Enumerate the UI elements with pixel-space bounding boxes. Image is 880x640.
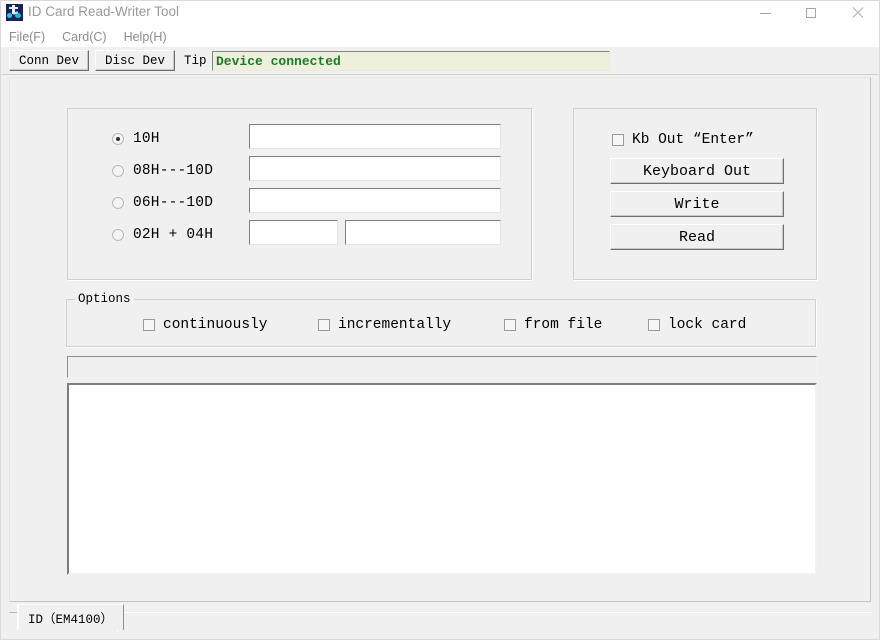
options-group: Options continuously incrementally from … <box>66 292 816 347</box>
checkbox-icon-kb-out-enter <box>612 134 624 146</box>
checkbox-label-lock-card: lock card <box>668 317 747 333</box>
disconnect-device-button[interactable]: Disc Dev <box>95 50 175 71</box>
tip-status-text: Device connected <box>216 53 341 69</box>
minimize-icon <box>759 12 771 14</box>
menu-item-file[interactable]: File(F) <box>9 30 45 44</box>
radio-label-02h-04h: 02H + 04H <box>133 227 214 243</box>
window-title: ID Card Read-Writer Tool <box>28 4 180 19</box>
tip-label: Tip <box>184 54 207 68</box>
tab-id-em4100[interactable]: ID（EM4100） <box>17 604 125 630</box>
radio-icon-06h-10d <box>112 197 124 209</box>
radio-icon-10h <box>112 133 124 145</box>
close-icon <box>851 7 863 19</box>
app-icon <box>6 4 23 21</box>
radio-row-10h[interactable]: 10H <box>112 131 160 147</box>
checkbox-row-incrementally[interactable]: incrementally <box>318 317 451 333</box>
checkbox-label-from-file: from file <box>524 317 603 333</box>
input-06h-10d[interactable] <box>249 188 501 213</box>
input-10h[interactable] <box>249 124 501 149</box>
radio-row-02h-04h[interactable]: 02H + 04H <box>112 227 213 243</box>
checkbox-row-continuously[interactable]: continuously <box>143 317 267 333</box>
write-button[interactable]: Write <box>610 191 784 217</box>
options-group-title: Options <box>75 292 134 306</box>
client-area: 10H 08H---10D 06H---10D 02H + 04H Kb Out… <box>9 77 871 602</box>
close-button[interactable] <box>834 0 880 26</box>
read-button[interactable]: Read <box>610 224 784 250</box>
radio-row-08h-10d[interactable]: 08H---10D <box>112 163 213 179</box>
checkbox-label-kb-out-enter: Kb Out “Enter” <box>632 132 754 148</box>
checkbox-label-continuously: continuously <box>163 317 268 333</box>
checkbox-icon-continuously <box>143 319 155 331</box>
checkbox-icon-lock-card <box>648 319 660 331</box>
radio-label-08h-10d: 08H---10D <box>133 163 214 179</box>
maximize-button[interactable] <box>788 0 834 26</box>
input-08h-10d[interactable] <box>249 156 501 181</box>
input-04h[interactable] <box>345 220 501 245</box>
checkbox-row-from-file[interactable]: from file <box>504 317 602 333</box>
connect-device-button[interactable]: Conn Dev <box>9 50 89 71</box>
checkbox-icon-incrementally <box>318 319 330 331</box>
radio-label-06h-10d: 06H---10D <box>133 195 214 211</box>
menu-bar: File(F) Card(C) Help(H) <box>0 26 880 47</box>
radio-icon-08h-10d <box>112 165 124 177</box>
radio-label-10h: 10H <box>133 131 160 147</box>
radio-icon-02h-04h <box>112 229 124 241</box>
window-controls <box>742 0 880 26</box>
keyboard-out-button[interactable]: Keyboard Out <box>610 158 784 184</box>
minimize-button[interactable] <box>742 0 788 26</box>
maximize-icon <box>806 8 816 18</box>
radio-row-06h-10d[interactable]: 06H---10D <box>112 195 213 211</box>
checkbox-row-lock-card[interactable]: lock card <box>648 317 746 333</box>
checkbox-row-kb-out-enter[interactable]: Kb Out “Enter” <box>612 132 754 148</box>
bottom-tab-strip: ID（EM4100） <box>9 604 871 632</box>
progress-bar <box>67 356 817 378</box>
checkbox-icon-from-file <box>504 319 516 331</box>
menu-item-card[interactable]: Card(C) <box>62 30 106 44</box>
log-output-textarea[interactable] <box>67 383 817 575</box>
tip-status-field: Device connected <box>212 51 610 71</box>
mode-group: 10H 08H---10D 06H---10D 02H + 04H <box>67 108 532 280</box>
action-group: Kb Out “Enter” Keyboard Out Write Read <box>573 108 817 280</box>
title-bar: ID Card Read-Writer Tool <box>0 0 880 26</box>
input-02h[interactable] <box>249 220 338 245</box>
checkbox-label-incrementally: incrementally <box>338 317 452 333</box>
application-window: ID Card Read-Writer Tool File(F) Card(C)… <box>0 0 880 640</box>
tab-page-body <box>117 612 871 632</box>
menu-item-help[interactable]: Help(H) <box>124 30 167 44</box>
